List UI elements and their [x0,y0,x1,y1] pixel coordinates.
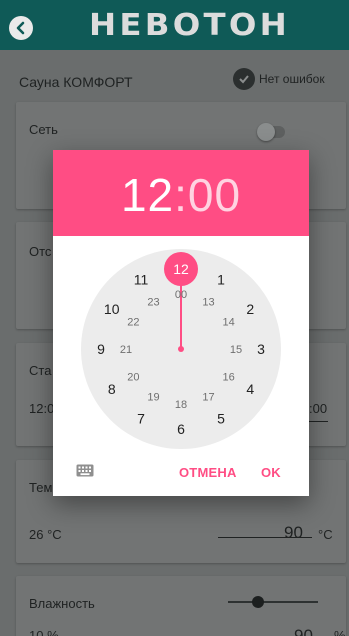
hour-option-11[interactable]: 11 [134,272,149,288]
toggle-knob [257,123,275,141]
hour-option-19[interactable]: 19 [147,392,159,404]
humidity-unit: % [334,628,346,636]
device-name: Сауна КОМФОРТ [19,74,133,90]
hour-option-4[interactable]: 4 [246,381,254,397]
hour-option-9[interactable]: 9 [97,341,105,357]
humidity-target[interactable]: 90 [294,626,313,636]
ok-button[interactable]: OK [261,465,281,480]
hour-option-3[interactable]: 3 [257,341,265,357]
hour-option-00[interactable]: 00 [175,289,187,301]
network-toggle[interactable] [257,123,285,141]
hour-option-16[interactable]: 16 [223,372,235,384]
temperature-target-input[interactable]: 90 [284,523,303,543]
clock-face[interactable]: 121234567891011001314151617181920212223 [81,249,281,449]
hour-option-15[interactable]: 15 [230,344,242,356]
start-time-value[interactable]: 12:0 [29,401,54,416]
cancel-button[interactable]: ОТМЕНА [179,465,237,480]
time-picker-dialog: 12:00 12 1 2 3 4 5 6 7 8 9 10 11 00 13 14 15 16 17 18 19 20 2… [53,150,309,496]
chevron-left-icon [16,21,25,35]
status-text: Нет ошибок [259,72,325,86]
clock-center-dot [178,346,184,352]
hour-option-13[interactable]: 13 [202,296,214,308]
hour-option-1[interactable]: 1 [217,272,225,288]
temperature-unit: °C [318,527,333,542]
time-picker-header: 12:00 [53,150,309,236]
keyboard-mode-button[interactable] [75,462,95,478]
clock-dial[interactable]: 12 1 2 3 4 5 6 7 8 9 10 11 00 13 14 15 16 17 18 19 20 21 22 23 [81,249,281,449]
hour-option-20[interactable]: 20 [127,372,139,384]
status-indicator: Нет ошибок [233,68,325,90]
temperature-input-underline [218,537,312,538]
hour-option-10[interactable]: 10 [104,301,120,317]
hour-option-17[interactable]: 17 [202,392,214,404]
minute-display[interactable]: 00 [188,169,241,221]
hour-option-5[interactable]: 5 [217,410,225,426]
network-label: Сеть [29,122,58,137]
app-logo: НЕВОТОН [89,8,290,43]
temperature-label: Тем [29,480,53,495]
hour-option-14[interactable]: 14 [223,317,235,329]
temperature-current: 26 °C [29,527,62,542]
hour-option-12[interactable]: 12 [173,261,189,277]
humidity-current: 10 % [29,628,59,636]
time-separator: : [174,169,188,221]
schedule-label: Отс [29,244,52,259]
time-display: 12:00 [53,168,309,222]
hour-option-6[interactable]: 6 [177,421,185,437]
humidity-label: Влажность [29,596,95,611]
hour-option-21[interactable]: 21 [120,344,132,356]
back-button[interactable] [9,16,33,40]
hour-option-18[interactable]: 18 [175,399,187,411]
humidity-slider-thumb[interactable] [251,596,264,608]
hour-option-7[interactable]: 7 [137,410,145,426]
humidity-slider-track[interactable] [228,601,318,603]
start-label: Ста [29,363,52,378]
hour-option-2[interactable]: 2 [246,301,254,317]
keyboard-icon [76,464,94,476]
hour-option-23[interactable]: 23 [147,296,159,308]
check-icon [233,68,255,90]
humidity-card: Влажность 10 % 90 % [16,576,346,636]
end-time-value[interactable]: :00 [309,401,327,416]
hour-option-22[interactable]: 22 [127,317,139,329]
hour-option-8[interactable]: 8 [108,381,116,397]
hour-display[interactable]: 12 [121,169,174,221]
app-bar: НЕВОТОН [0,0,349,50]
end-time-underline [306,421,328,422]
